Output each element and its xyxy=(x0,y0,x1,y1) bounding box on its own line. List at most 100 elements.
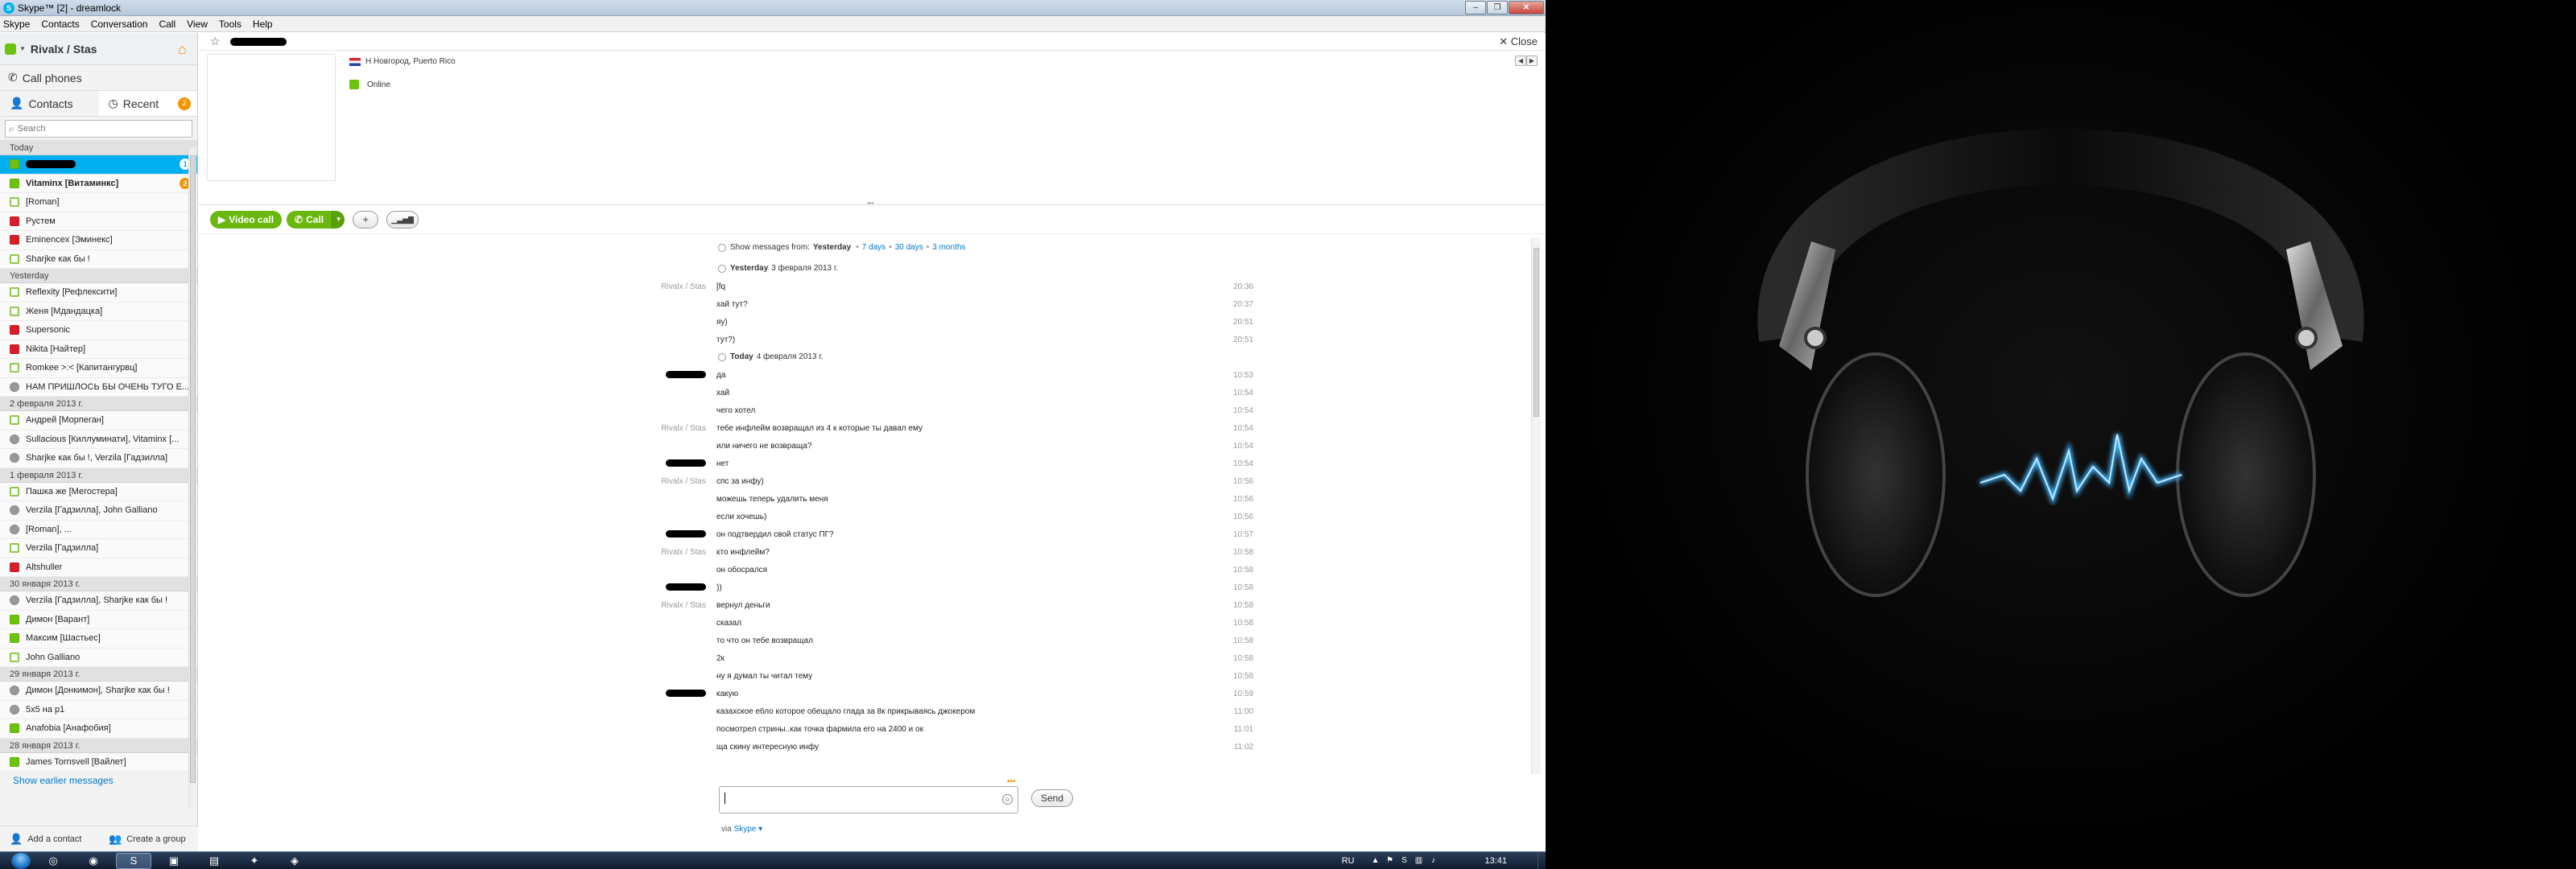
contact-list-scrollbar[interactable] xyxy=(188,147,196,807)
chat-message[interactable]: Rivalx / Stas тебе инфлейм возвращал из 4… xyxy=(650,420,1253,437)
next-arrow-icon[interactable]: ▶ xyxy=(1526,56,1538,66)
contact-item[interactable]: Андрей [Морпеган] xyxy=(0,411,197,430)
chat-message[interactable]: он обосрался 10:58 xyxy=(650,562,1253,579)
chat-message[interactable]: какую 10:59 xyxy=(650,686,1253,702)
contact-item[interactable]: John Galliano xyxy=(0,648,197,667)
contact-item[interactable]: [Roman], ... xyxy=(0,520,197,539)
chat-message[interactable]: Rivalx / Stas вернул деньги 10:58 xyxy=(650,597,1253,614)
chat-message[interactable]: ща скину интересную инфу 11:02 xyxy=(650,739,1253,756)
chat-message[interactable]: тут?) 20:51 xyxy=(650,332,1253,348)
contact-item[interactable]: Рустем xyxy=(0,212,197,231)
taskbar-skype[interactable]: S xyxy=(116,852,151,869)
chat-message[interactable]: сказал 10:58 xyxy=(650,615,1253,632)
chat-message[interactable]: ну я думал ты читал тему 10:58 xyxy=(650,668,1253,685)
video-call-button[interactable]: ▶ Video call xyxy=(210,210,283,229)
emoticon-icon[interactable]: ☺ xyxy=(1002,794,1013,805)
contact-item[interactable]: 1 xyxy=(0,155,197,175)
menu-help[interactable]: Help xyxy=(253,19,273,30)
contact-item[interactable]: Supersonic xyxy=(0,321,197,340)
avatar[interactable] xyxy=(207,54,336,181)
contact-item[interactable]: Verzila [Гадзилла] xyxy=(0,539,197,558)
prev-arrow-icon[interactable]: ◀ xyxy=(1515,56,1526,66)
chat-message[interactable]: он подтвердил свой статус ПГ? 10:57 xyxy=(650,526,1253,543)
contact-item[interactable]: Максим [Шастьес] xyxy=(0,629,197,649)
taskbar-chrome[interactable]: ◎ xyxy=(35,853,71,869)
menu-contacts[interactable]: Contacts xyxy=(41,19,79,30)
scroll-thumb[interactable] xyxy=(190,155,196,783)
search-input[interactable] xyxy=(17,124,163,134)
online-status-icon[interactable] xyxy=(5,43,16,55)
history-7-days-link[interactable]: 7 days xyxy=(862,243,886,252)
chat-message[interactable]: Rivalx / Stas спс за инфу) 10:56 xyxy=(650,473,1253,490)
chat-message[interactable]: посмотрел стрины..как точка фармила его … xyxy=(650,721,1253,738)
chat-message[interactable]: хай 10:54 xyxy=(650,385,1253,402)
menu-tools[interactable]: Tools xyxy=(219,19,242,30)
user-name[interactable]: Rivalx / Stas xyxy=(31,43,178,56)
chat-scroll-thumb[interactable] xyxy=(1534,248,1539,417)
contact-item[interactable]: Димон [Донкимон], Sharjke как бы ! xyxy=(0,682,197,701)
status-dropdown-icon[interactable]: ▼ xyxy=(19,45,26,52)
chat-scrollbar[interactable] xyxy=(1531,238,1541,774)
speaker-icon[interactable]: ♪ xyxy=(1428,856,1438,866)
menu-skype[interactable]: Skype xyxy=(3,19,30,30)
menu-call[interactable]: Call xyxy=(159,19,175,30)
contact-item[interactable]: Eminencex [Эминекс] xyxy=(0,231,197,250)
call-phones-button[interactable]: ✆ Call phones xyxy=(0,65,197,91)
add-button[interactable]: + xyxy=(353,210,379,229)
history-30-days-link[interactable]: 30 days xyxy=(895,243,923,252)
chat-message[interactable]: да 10:53 xyxy=(650,367,1253,384)
menu-conversation[interactable]: Conversation xyxy=(91,19,148,30)
chat-message[interactable]: нет 10:54 xyxy=(650,455,1253,472)
show-desktop-button[interactable] xyxy=(1538,852,1546,869)
taskbar-cmd[interactable]: ▣ xyxy=(156,853,192,869)
taskbar-network[interactable]: ◈ xyxy=(277,853,312,869)
chat-message[interactable]: хай тут? 20:37 xyxy=(650,296,1253,313)
send-button[interactable]: Send xyxy=(1031,789,1073,807)
tab-recent[interactable]: ◷ Recent 2 xyxy=(98,91,197,116)
message-input[interactable]: ☺ xyxy=(719,786,1018,813)
chat-message[interactable]: или ничего не возвраща? 10:54 xyxy=(650,438,1253,455)
close-window-button[interactable]: ✕ xyxy=(1509,1,1544,14)
add-contact-button[interactable]: 👤 Add a contact xyxy=(0,833,99,846)
close-conversation-button[interactable]: ✕ Close xyxy=(1499,35,1538,48)
contact-item[interactable]: Verzila [Гадзилла], John Galliano xyxy=(0,501,197,521)
chat-message[interactable]: )) 10:58 xyxy=(650,579,1253,596)
contact-item[interactable]: Anafobia [Анафобия] xyxy=(0,719,197,739)
contact-item[interactable]: James Tornsvell [Вайлет] xyxy=(0,752,197,772)
tab-contacts[interactable]: 👤 Contacts xyxy=(0,91,99,116)
flag-tray-icon[interactable]: ⚑ xyxy=(1385,856,1394,866)
taskbar-game[interactable]: ✦ xyxy=(237,853,272,869)
contact-item[interactable]: Vitaminx [Витаминкс] 2 xyxy=(0,174,197,193)
call-button[interactable]: ✆ Call xyxy=(287,210,332,229)
create-group-button[interactable]: 👥 Create a group xyxy=(99,833,198,846)
chat-message[interactable]: казахское ебло которое обещало глада за … xyxy=(650,703,1253,720)
chat-message[interactable]: то что он тебе возвращал 10:58 xyxy=(650,632,1253,649)
splitter-handle[interactable]: ••• xyxy=(867,200,873,207)
contact-item[interactable]: Romkee >:< [Капитангурвц] xyxy=(0,359,197,378)
skype-tray-icon[interactable]: S xyxy=(1399,856,1409,866)
chat-message[interactable]: 2к 10:58 xyxy=(650,650,1253,667)
home-icon[interactable]: ⌂ xyxy=(178,42,192,56)
contact-item[interactable]: Sharjke как бы ! xyxy=(0,249,197,269)
chat-message[interactable]: яу) 20:51 xyxy=(650,314,1253,331)
contact-item[interactable]: Женя [Мдандацка] xyxy=(0,302,197,321)
signal-quality-button[interactable]: ▁▃▅▇ xyxy=(386,210,419,229)
contact-item[interactable]: Димон [Варант] xyxy=(0,610,197,629)
clock-time[interactable]: 13:41 xyxy=(1484,856,1507,866)
contact-item[interactable]: Пашка же [Мегостера] xyxy=(0,482,197,501)
minimize-button[interactable]: – xyxy=(1465,1,1486,14)
contact-item[interactable]: Sullacious [Киллуминати], Vitaminx [... xyxy=(0,430,197,449)
history-3-months-link[interactable]: 3 months xyxy=(932,243,965,252)
contact-item[interactable]: НАМ ПРИШЛОСЬ БЫ ОЧЕНЬ ТУГО Е... xyxy=(0,377,197,397)
favorite-star-icon[interactable]: ☆ xyxy=(210,35,221,48)
network-tray-icon[interactable]: ▥ xyxy=(1414,856,1423,866)
tray-arrow-icon[interactable]: ▲ xyxy=(1370,856,1380,866)
user-status-row[interactable]: ▼ Rivalx / Stas ⌂ xyxy=(0,33,197,65)
contact-item[interactable]: Reflexity [Рефлексити] xyxy=(0,283,197,303)
language-indicator[interactable]: RU xyxy=(1342,856,1355,866)
contact-item[interactable]: 5x5 на р1 xyxy=(0,700,197,719)
taskbar-notepad[interactable]: ▤ xyxy=(196,853,232,869)
contact-item[interactable]: Verzila [Гадзилла], Sharjke как бы ! xyxy=(0,591,197,611)
chat-message[interactable]: чего хотел 10:54 xyxy=(650,402,1253,419)
chat-message[interactable]: Rivalx / Stas кто инфлейм? 10:58 xyxy=(650,544,1253,561)
